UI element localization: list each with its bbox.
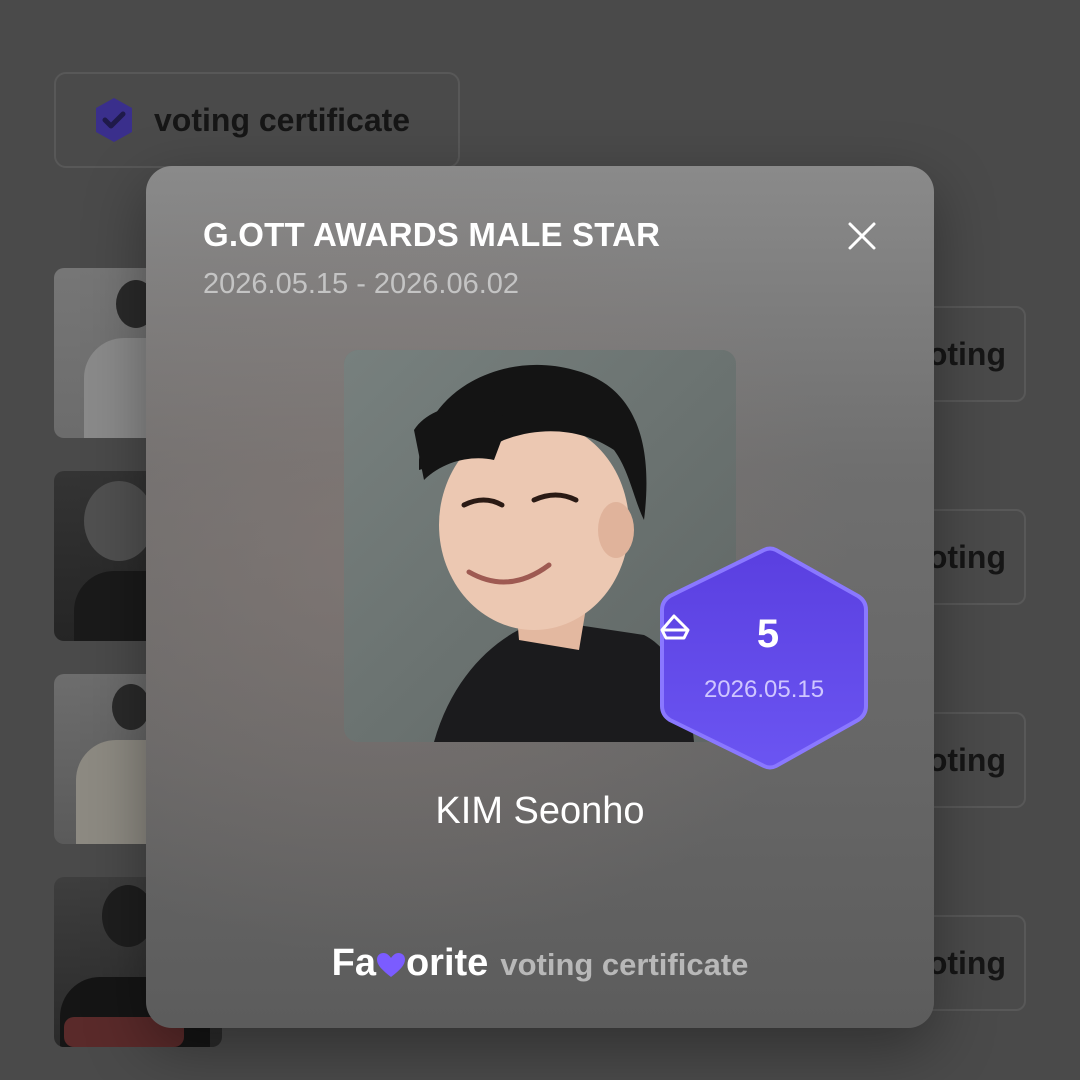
footer-brand: Fa orite voting certificate bbox=[146, 942, 934, 985]
footer-subtitle: voting certificate bbox=[500, 947, 749, 982]
certificate-modal: G.OTT AWARDS MALE STAR 2026.05.15 - 2026… bbox=[146, 166, 934, 1028]
brand-prefix: Fa bbox=[331, 942, 376, 984]
heart-icon bbox=[376, 945, 406, 977]
close-button[interactable] bbox=[842, 218, 882, 258]
voting-certificate-button[interactable]: voting certificate bbox=[54, 72, 460, 168]
check-badge-icon bbox=[90, 96, 138, 144]
brand-suffix: orite bbox=[405, 942, 489, 984]
modal-title: G.OTT AWARDS MALE STAR bbox=[203, 216, 661, 253]
voting-certificate-label: voting certificate bbox=[154, 101, 411, 138]
vote-count: 5 bbox=[756, 612, 780, 656]
vote-button-label: oting bbox=[927, 741, 1006, 778]
vote-button-label: oting bbox=[927, 538, 1006, 575]
vote-button-label: oting bbox=[927, 335, 1006, 372]
close-icon bbox=[847, 221, 877, 256]
candidate-name: KIM Seonho bbox=[435, 790, 645, 832]
vote-button-label: oting bbox=[927, 944, 1006, 981]
vote-count-row: 5 bbox=[658, 612, 870, 657]
voting-period: 2026.05.15 - 2026.06.02 bbox=[203, 268, 520, 300]
favorite-logo: Fa orite bbox=[332, 942, 489, 985]
vote-date: 2026.05.15 bbox=[703, 676, 825, 703]
vote-count-badge: 5 2026.05.15 bbox=[658, 546, 870, 770]
